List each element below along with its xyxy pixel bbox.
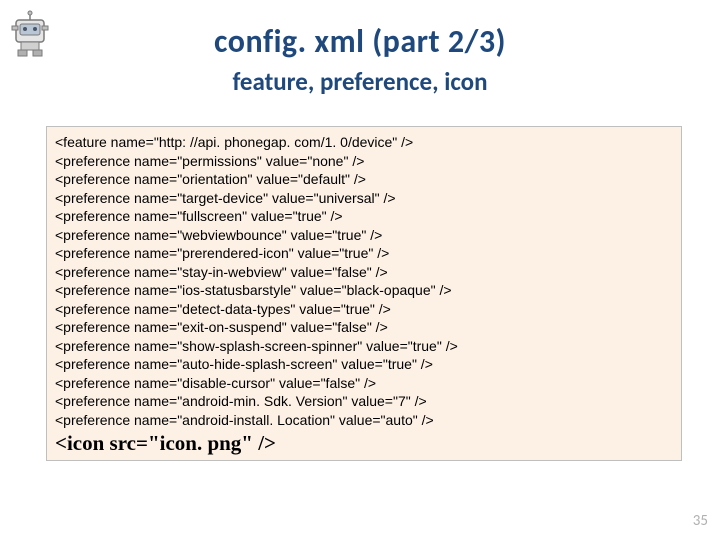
code-line: <preference name="webviewbounce" value="… (55, 226, 673, 245)
code-line: <preference name="target-device" value="… (55, 189, 673, 208)
page-number: 35 (693, 512, 708, 530)
code-line: <preference name="permissions" value="no… (55, 152, 673, 171)
slide-title: config. xml (part 2/3) (0, 22, 720, 61)
code-line: <preference name="ios-statusbarstyle" va… (55, 281, 673, 300)
slide-subtitle: feature, preference, icon (0, 66, 720, 97)
code-line: <feature name="http: //api. phonegap. co… (55, 133, 673, 152)
code-line: <preference name="disable-cursor" value=… (55, 374, 673, 393)
code-box: <feature name="http: //api. phonegap. co… (46, 126, 682, 461)
code-line: <preference name="android-min. Sdk. Vers… (55, 392, 673, 411)
code-line: <preference name="auto-hide-splash-scree… (55, 355, 673, 374)
code-line: <preference name="orientation" value="de… (55, 170, 673, 189)
icon-tag-line: <icon src="icon. png" /> (55, 431, 673, 456)
code-line: <preference name="fullscreen" value="tru… (55, 207, 673, 226)
code-line: <preference name="detect-data-types" val… (55, 300, 673, 319)
code-line: <preference name="prerendered-icon" valu… (55, 244, 673, 263)
code-line: <preference name="show-splash-screen-spi… (55, 337, 673, 356)
code-line: <preference name="android-install. Locat… (55, 411, 673, 430)
code-line: <preference name="stay-in-webview" value… (55, 263, 673, 282)
slide: config. xml (part 2/3) feature, preferen… (0, 0, 720, 540)
code-line: <preference name="exit-on-suspend" value… (55, 318, 673, 337)
